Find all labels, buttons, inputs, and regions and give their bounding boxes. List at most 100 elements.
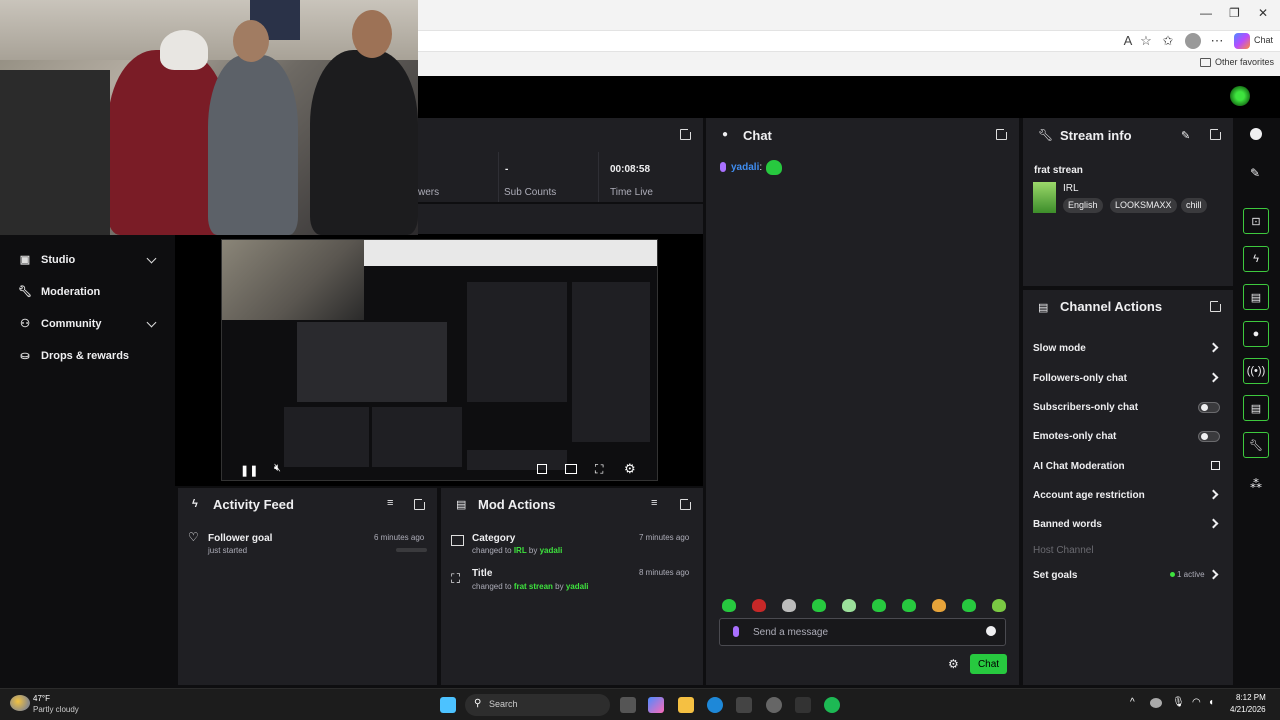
category-thumbnail[interactable] <box>1033 182 1056 213</box>
external-link-icon[interactable] <box>1211 461 1220 470</box>
rail-stream-info-button[interactable]: 🔧︎ <box>1243 432 1269 458</box>
nav-item-drops-rewards[interactable]: ⛀ Drops & rewards <box>18 350 129 362</box>
store-icon[interactable] <box>736 697 752 713</box>
popout-icon[interactable] <box>1210 299 1223 312</box>
nav-item-moderation[interactable]: 🔧︎ Moderation <box>18 286 100 298</box>
mute-icon[interactable]: 🔇︎ <box>274 462 281 475</box>
user-avatar[interactable] <box>1230 86 1250 106</box>
volume-icon[interactable]: ◖ <box>1208 697 1214 708</box>
emote-icon[interactable] <box>992 599 1006 612</box>
other-favorites[interactable]: Other favorites <box>1215 57 1274 67</box>
cloud-icon[interactable] <box>1150 698 1162 708</box>
emote-icon[interactable] <box>842 599 856 612</box>
task-view-icon[interactable] <box>620 697 636 713</box>
chevron-down-icon[interactable] <box>146 253 157 264</box>
popout-icon[interactable] <box>680 497 693 510</box>
emote-icon <box>766 159 783 175</box>
popout-icon[interactable] <box>1210 127 1223 140</box>
rail-channel-actions-button[interactable]: ▤ <box>1243 395 1269 421</box>
fullscreen-icon[interactable]: ⛶ <box>595 462 603 477</box>
channel-actions-icon: ▤ <box>1250 402 1262 415</box>
nested-preview <box>297 322 447 402</box>
stream-preview[interactable]: ❚❚ 🔇︎ ⛶ ⚙ <box>221 239 658 481</box>
mic-icon[interactable] <box>733 626 739 637</box>
followers-only-row[interactable]: Followers-only chat <box>1033 373 1127 384</box>
emote-icon[interactable] <box>872 599 886 612</box>
windows-start-icon[interactable] <box>440 697 456 713</box>
rail-screenshot-button[interactable]: ⊡ <box>1243 208 1269 234</box>
spotify-icon[interactable] <box>824 697 840 713</box>
popout-icon[interactable] <box>414 497 427 510</box>
favorite-star-icon[interactable]: ☆ <box>1138 33 1154 49</box>
emoji-picker-icon[interactable] <box>986 626 996 636</box>
weather-icon[interactable] <box>10 695 30 711</box>
emote-icon[interactable] <box>752 599 766 612</box>
app-icon[interactable] <box>795 697 811 713</box>
send-chat-button[interactable]: Chat <box>970 654 1007 674</box>
document-icon: ▤ <box>456 499 467 511</box>
nested-mod-actions <box>372 407 462 467</box>
chat-username[interactable]: yadali <box>731 162 759 173</box>
rail-chat-button[interactable]: ● <box>1243 321 1269 347</box>
emote-icon[interactable] <box>812 599 826 612</box>
chat-settings-icon[interactable]: ⚙ <box>948 657 959 671</box>
minimize-icon[interactable]: — <box>1200 6 1212 20</box>
taskbar-search[interactable]: ⚲ Search <box>465 694 610 716</box>
wifi-icon[interactable]: ◠ <box>1192 697 1201 708</box>
set-goals-row[interactable]: Set goals <box>1033 570 1077 581</box>
tag-chip[interactable]: English <box>1063 198 1103 213</box>
search-label: Search <box>489 699 518 709</box>
restore-icon[interactable]: ❐ <box>1229 6 1240 20</box>
favorites-list-icon[interactable]: ✩ <box>1160 33 1176 49</box>
copilot-icon[interactable] <box>1234 33 1250 49</box>
profile-avatar[interactable] <box>1185 33 1201 49</box>
chevron-down-icon[interactable] <box>146 317 157 328</box>
rail-broadcast-button[interactable]: ((•)) <box>1243 358 1269 384</box>
nav-item-studio[interactable]: ▣ Studio <box>18 254 75 266</box>
pause-icon[interactable]: ❚❚ <box>240 464 258 477</box>
popout-icon[interactable] <box>680 127 693 140</box>
ai-chat-moderation-row[interactable]: AI Chat Moderation <box>1033 461 1125 472</box>
pip-icon[interactable] <box>537 464 547 474</box>
add-widget-icon[interactable]: ⁂ <box>1250 477 1262 491</box>
emote-icon[interactable] <box>722 599 736 612</box>
more-options-icon[interactable]: ⋯ <box>1209 33 1225 49</box>
filter-icon[interactable]: ≡ <box>387 497 393 509</box>
info-icon[interactable] <box>1250 128 1262 140</box>
subscribers-only-toggle[interactable] <box>1198 402 1220 413</box>
rail-actions-button[interactable]: ϟ <box>1243 246 1269 272</box>
time-live-label: Time Live <box>610 187 653 198</box>
rail-mod-actions-button[interactable]: ▤ <box>1243 284 1269 310</box>
tag-chip[interactable]: chill <box>1181 198 1207 213</box>
theater-icon[interactable] <box>565 464 577 474</box>
popout-icon[interactable] <box>996 127 1009 140</box>
mic-tray-icon[interactable]: 🎙︎ <box>1172 697 1185 708</box>
chat-panel: ● Chat yadali : Send a message ⚙ Chat <box>706 118 1019 685</box>
filter-icon[interactable]: ≡ <box>651 497 657 509</box>
account-age-row[interactable]: Account age restriction <box>1033 490 1145 501</box>
close-icon[interactable]: ✕ <box>1258 6 1268 20</box>
sub-counts-label: Sub Counts <box>504 187 557 198</box>
edit-pencil-icon[interactable]: ✎ <box>1181 129 1190 142</box>
copilot-chat-button[interactable]: Chat <box>1254 35 1273 45</box>
emote-icon[interactable] <box>902 599 916 612</box>
banned-words-row[interactable]: Banned words <box>1033 519 1102 530</box>
tray-chevron-icon[interactable]: ^ <box>1130 697 1135 708</box>
emotes-only-toggle[interactable] <box>1198 431 1220 442</box>
slow-mode-row[interactable]: Slow mode <box>1033 343 1086 354</box>
copilot-taskbar-icon[interactable] <box>648 697 664 713</box>
emote-icon[interactable] <box>782 599 796 612</box>
chat-input[interactable]: Send a message <box>719 618 1006 646</box>
edge-browser-icon[interactable] <box>707 697 723 713</box>
emote-icon[interactable] <box>962 599 976 612</box>
activity-item-time: 6 minutes ago <box>374 533 425 542</box>
tag-chip[interactable]: LOOKSMAXX <box>1110 198 1177 213</box>
file-explorer-icon[interactable] <box>678 697 694 713</box>
emote-icon[interactable] <box>932 599 946 612</box>
settings-gear-icon[interactable]: ⚙ <box>624 461 636 477</box>
nav-item-community[interactable]: ⚇ Community <box>18 318 101 330</box>
stream-category[interactable]: IRL <box>1063 183 1079 194</box>
app-icon[interactable] <box>766 697 782 713</box>
read-aloud-icon[interactable]: A <box>1120 33 1136 49</box>
edit-icon[interactable]: ✎ <box>1250 166 1260 180</box>
